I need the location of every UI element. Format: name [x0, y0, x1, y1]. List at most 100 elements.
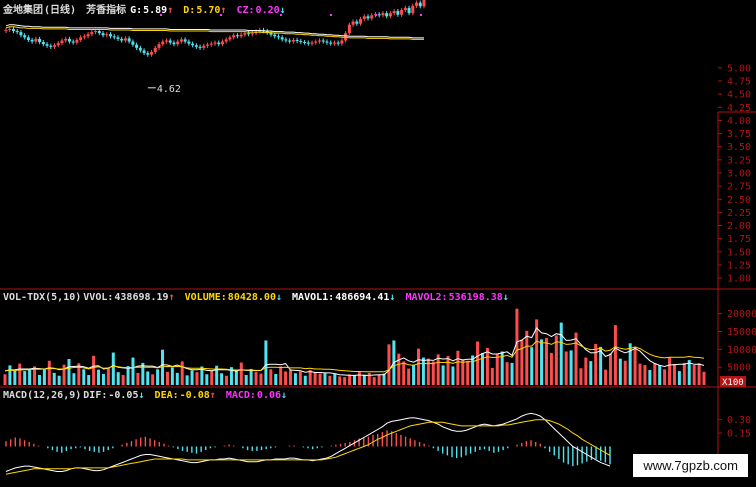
d-label: D: — [183, 5, 196, 16]
volume-bar — [658, 365, 662, 385]
candle-body — [131, 41, 135, 45]
y-tick-label: 3.00 — [727, 168, 751, 179]
candle-body — [4, 29, 8, 32]
candle-body — [198, 46, 202, 48]
y-tick-label: 0.15 — [727, 429, 751, 440]
candle-body — [202, 45, 206, 48]
volume-bar — [23, 371, 27, 385]
volume-bar — [382, 373, 386, 385]
volume-bar — [416, 348, 420, 385]
candle-body — [377, 14, 381, 16]
volume-bar — [510, 362, 514, 385]
volume-bar — [485, 347, 489, 385]
candle-body — [176, 41, 180, 45]
volume-bar — [353, 375, 356, 385]
volume-bar — [289, 369, 293, 385]
volume-bar — [87, 375, 91, 385]
volume-bar — [47, 360, 51, 385]
volume-bar — [387, 344, 391, 385]
volume-bar — [638, 363, 642, 385]
candle-body — [146, 53, 150, 55]
candle-body — [325, 41, 329, 43]
volume-bar — [116, 372, 120, 385]
y-tick-label: 3.25 — [727, 155, 751, 166]
volume-bar — [28, 369, 32, 385]
candle-body — [97, 31, 101, 34]
candle-body — [415, 2, 419, 6]
candle-body — [11, 28, 15, 32]
candle-body — [79, 37, 83, 40]
mavol2-arrow: ↓ — [502, 292, 509, 303]
stock-name: 金地集团 — [3, 5, 43, 16]
volume-bar — [549, 352, 553, 385]
candle-body — [220, 41, 224, 45]
candle-body — [318, 40, 321, 42]
candle-body — [67, 38, 71, 42]
signal-dot — [420, 14, 422, 16]
volume-bar — [195, 372, 199, 385]
y-tick-label: 4.25 — [727, 103, 751, 114]
candle-body — [303, 42, 307, 44]
candle-body — [105, 34, 109, 36]
y-tick-label: 1.00 — [727, 274, 751, 285]
candle-body — [82, 36, 86, 38]
series-line-dif — [5, 412, 611, 472]
y-tick-label: 2.00 — [727, 221, 751, 232]
volume-bar — [293, 373, 297, 385]
volume-bar — [101, 373, 105, 385]
y-tick-label: 20000 — [727, 309, 756, 320]
macd-label: MACD: — [225, 390, 256, 401]
dif-value: -0.05 — [108, 390, 139, 401]
volume-bar — [466, 360, 470, 385]
candle-body — [347, 24, 351, 34]
g-value: 5.89 — [143, 5, 168, 16]
y-tick-label: 1.50 — [727, 247, 751, 258]
volume-bar — [264, 340, 268, 385]
candle-body — [38, 38, 42, 43]
candle-body — [53, 45, 57, 47]
volume-bar — [190, 370, 194, 385]
macd-value: 0.06 — [256, 390, 282, 401]
volume-bar — [338, 376, 342, 385]
period-label: (日线) — [44, 5, 77, 16]
y-tick-label: 0.30 — [727, 415, 751, 426]
mavol1-value: 486694.41 — [335, 292, 390, 303]
candle-body — [306, 42, 310, 44]
volume-bar — [121, 375, 125, 385]
candle-body — [86, 34, 90, 37]
volume-bar — [520, 339, 524, 385]
candle-body — [168, 40, 172, 43]
candle-body — [228, 37, 232, 40]
volume-bar — [367, 372, 371, 385]
candle-body — [355, 21, 359, 24]
volume-bar — [362, 374, 366, 385]
volume-bar — [530, 347, 534, 385]
candle-body — [101, 33, 105, 36]
volume-bar — [136, 372, 140, 385]
volume-bar — [608, 353, 612, 385]
volume-bar — [175, 372, 179, 385]
y-tick-label: 2.50 — [727, 195, 751, 206]
d-arrow: ↑ — [220, 5, 227, 16]
signal-dot — [375, 14, 377, 16]
volume-bar — [618, 358, 622, 385]
candle-body — [49, 45, 53, 47]
volume-bar — [234, 371, 238, 385]
volume-bar — [377, 375, 381, 385]
volume-bar — [205, 374, 209, 385]
volume-bar — [303, 375, 307, 385]
watermark: www.7gpzb.com — [633, 454, 748, 477]
candle-body — [340, 40, 344, 44]
candle-body — [392, 11, 396, 14]
volume-bar — [146, 371, 150, 385]
volume-bar — [284, 371, 288, 385]
volume-bar — [244, 375, 248, 385]
volume-bar — [62, 364, 66, 385]
dea-value: -0.08 — [179, 390, 210, 401]
macd-name: MACD(12,26,9) — [3, 390, 82, 401]
candle-body — [150, 52, 154, 55]
volume-bar — [515, 308, 519, 385]
candle-body — [179, 39, 183, 42]
candle-body — [30, 39, 34, 42]
y-tick-label: 4.00 — [727, 116, 751, 127]
